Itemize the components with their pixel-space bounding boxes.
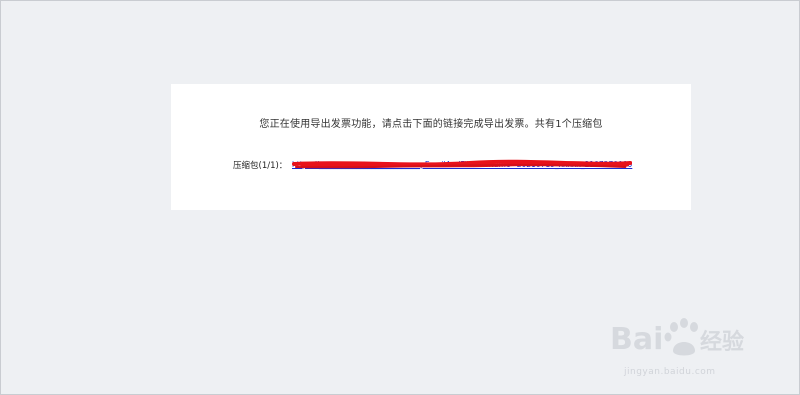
- package-row: 压缩包(1/1)： https://______________________…: [233, 159, 633, 171]
- export-invoice-card: 您正在使用导出发票功能，请点击下面的链接完成导出发票。共有1个压缩包 压缩包(1…: [171, 84, 691, 210]
- export-message: 您正在使用导出发票功能，请点击下面的链接完成导出发票。共有1个压缩包: [259, 119, 603, 130]
- baidu-jingyan-watermark: Bai 经验 jingyan.baidu.com: [610, 311, 760, 379]
- watermark-url: jingyan.baidu.com: [624, 367, 716, 377]
- baidu-logo-icon: Bai 经验: [610, 318, 744, 357]
- svg-text:Bai: Bai: [610, 322, 663, 357]
- package-link-wrapper: https://___________________________pEmai…: [292, 159, 633, 170]
- svg-text:经验: 经验: [700, 329, 744, 355]
- package-label: 压缩包(1/1)：: [233, 161, 288, 171]
- package-download-link[interactable]: https://___________________________pEmai…: [292, 160, 632, 169]
